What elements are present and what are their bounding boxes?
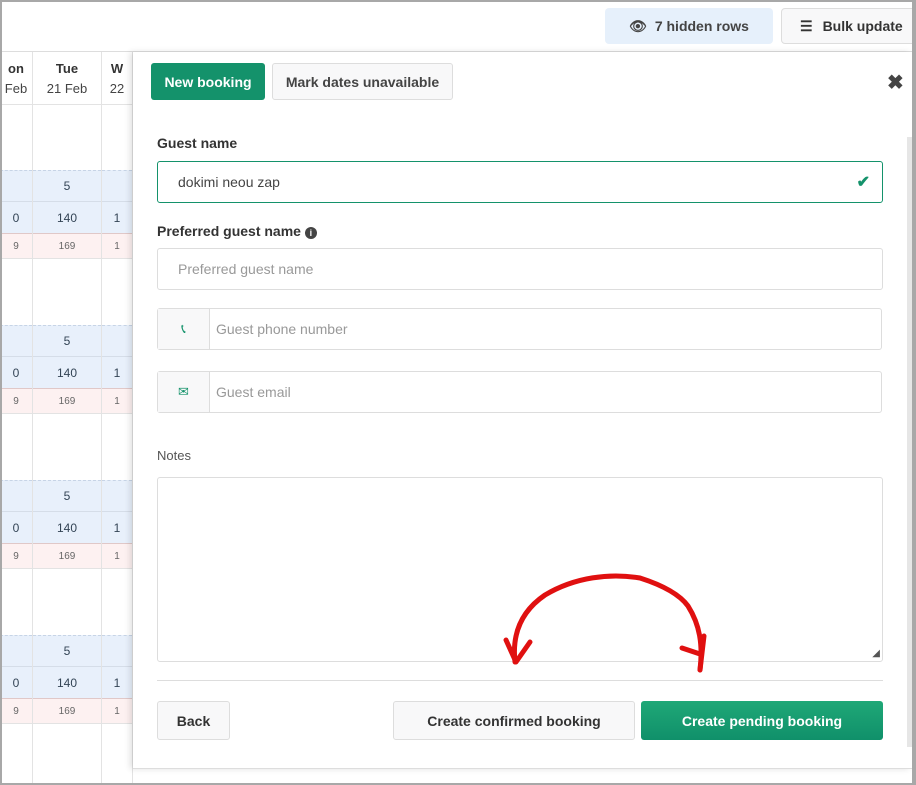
rate-cell[interactable]: 169 [33,234,101,259]
day-header: Tue 21 Feb [33,52,101,105]
scrollbar[interactable] [907,137,912,747]
units-cell[interactable] [0,170,32,202]
phone-icon: 📞︎ [158,309,210,349]
guest-name-label: Guest name [157,135,238,151]
units-cell[interactable]: 5 [33,480,101,512]
price-cell[interactable]: 140 [33,667,101,699]
guest-phone-input[interactable]: 📞︎ Guest phone number [157,308,882,350]
units-cell[interactable]: 5 [33,170,101,202]
hidden-rows-button[interactable]: 👁 7 hidden rows [605,8,773,44]
calendar-column: W 22 1 1 1 1 1 1 1 1 [102,52,133,785]
price-cell[interactable]: 140 [33,357,101,389]
rate-cell[interactable]: 169 [33,544,101,569]
back-button[interactable]: Back [157,701,230,740]
price-cell[interactable]: 1 [102,357,132,389]
calendar-column: on Feb 0 9 0 9 0 9 0 9 [0,52,33,785]
price-cell[interactable]: 1 [102,202,132,234]
guest-email-input[interactable]: ✉ Guest email [157,371,882,413]
units-cell[interactable] [102,170,132,202]
preferred-guest-name-input[interactable]: Preferred guest name [157,248,883,290]
rate-cell[interactable]: 9 [0,699,32,724]
create-pending-booking-button[interactable]: Create pending booking [641,701,883,740]
day-header: W 22 [102,52,132,105]
rate-cell[interactable]: 9 [0,389,32,414]
price-cell[interactable]: 1 [102,667,132,699]
day-header: on Feb [0,52,32,105]
rate-cell[interactable]: 1 [102,234,132,259]
units-cell[interactable] [102,480,132,512]
rate-cell[interactable]: 1 [102,544,132,569]
units-cell[interactable] [0,325,32,357]
notes-label: Notes [157,448,191,463]
tab-new-booking[interactable]: New booking [151,63,265,100]
rate-cell[interactable]: 9 [0,234,32,259]
notes-textarea[interactable]: ◢ [157,477,883,662]
create-confirmed-booking-button[interactable]: Create confirmed booking [393,701,635,740]
calendar-column: Tue 21 Feb 5 140 169 5 140 169 5 140 169 5 14… [33,52,102,785]
bulk-update-button[interactable]: ☰ Bulk update [781,8,916,44]
envelope-icon: ✉ [158,372,210,412]
units-cell[interactable]: 5 [33,635,101,667]
tab-mark-dates-unavailable[interactable]: Mark dates unavailable [272,63,453,100]
eye-slash-icon: 👁 [629,17,647,34]
guest-name-input[interactable]: dokimi neou zap ✔ [157,161,883,203]
units-cell[interactable]: 5 [33,325,101,357]
units-cell[interactable] [0,635,32,667]
units-cell[interactable] [0,480,32,512]
price-cell[interactable]: 140 [33,202,101,234]
price-cell[interactable]: 0 [0,667,32,699]
close-icon[interactable]: ✖ [887,70,904,95]
calendar-grid: on Feb 0 9 0 9 0 9 0 9 Tue 21 Feb 5 140 169… [0,52,133,785]
price-cell[interactable]: 1 [102,512,132,544]
rate-cell[interactable]: 9 [0,544,32,569]
check-icon: ✔ [856,174,870,191]
rate-cell[interactable]: 169 [33,699,101,724]
price-cell[interactable]: 0 [0,202,32,234]
price-cell[interactable]: 0 [0,512,32,544]
rate-cell[interactable]: 169 [33,389,101,414]
preferred-guest-name-label: Preferred guest name i [157,223,317,239]
rate-cell[interactable]: 1 [102,389,132,414]
units-cell[interactable] [102,325,132,357]
resize-handle-icon[interactable]: ◢ [872,648,880,659]
units-cell[interactable] [102,635,132,667]
top-toolbar: 👁 7 hidden rows ☰ Bulk update [0,0,916,52]
booking-panel: New booking Mark dates unavailable ✖ Gue… [133,52,912,769]
info-icon[interactable]: i [304,227,317,239]
list-icon: ☰ [800,17,813,34]
price-cell[interactable]: 0 [0,357,32,389]
rate-cell[interactable]: 1 [102,699,132,724]
divider [157,680,883,681]
price-cell[interactable]: 140 [33,512,101,544]
